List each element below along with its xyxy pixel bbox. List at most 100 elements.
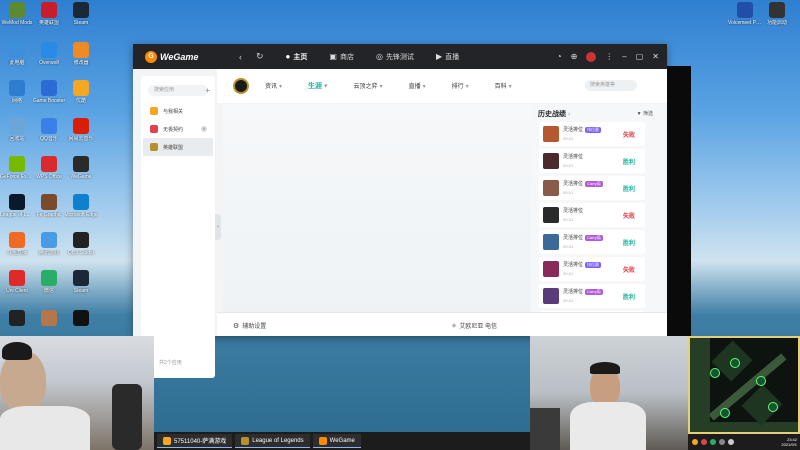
desktop-icon[interactable]: 修改器 <box>64 42 98 80</box>
desktop-icon[interactable]: GeForce Experience <box>0 156 34 194</box>
app-icon <box>9 270 25 286</box>
app-icon <box>73 194 89 210</box>
desktop-icon[interactable]: 回收站 <box>0 118 34 156</box>
tab-icon: ◎ <box>375 52 383 61</box>
match-mode: 灵活排位 排位赛 <box>563 126 602 133</box>
desktop-icon[interactable]: 优酷 <box>64 80 98 118</box>
taskbar-item[interactable]: 57511040-萨满游戏 <box>157 434 233 448</box>
desktop-icon-label: WeGame <box>70 174 92 180</box>
filter-button[interactable]: ▼ 筛选 <box>637 110 653 117</box>
tab-label: 先锋测试 <box>385 53 414 61</box>
match-row[interactable]: 灵活排位 排位赛 09-01 失败 <box>539 122 645 146</box>
app-icon <box>73 2 89 18</box>
match-row[interactable]: 灵活排位 09-01 失败 <box>539 203 645 227</box>
match-result: 失败 <box>622 133 635 139</box>
tray-app-icon[interactable] <box>692 439 698 445</box>
desktop-icon[interactable]: League of Legends <box>0 194 34 232</box>
match-row[interactable]: 灵活排位 Carry局 09-01 胜利 <box>539 230 645 254</box>
app-icon <box>150 107 158 115</box>
match-date: 09-01 <box>563 244 574 249</box>
app-icon <box>73 310 89 326</box>
match-row[interactable]: 灵活排位 Carry局 09-01 胜利 <box>539 284 645 308</box>
clock[interactable]: 23:42 2021/9/1 <box>781 437 797 447</box>
desktop-icon[interactable]: 斗鱼直播 <box>0 232 34 270</box>
avatar[interactable] <box>586 51 597 62</box>
taskbar-item[interactable]: WeGame <box>312 434 361 448</box>
desktop-icon-label: Steam <box>73 288 89 294</box>
desktop-icon-label: 回收站 <box>9 136 25 142</box>
lol-logo-icon[interactable] <box>233 78 249 94</box>
desktop-icon[interactable]: Fe Graphic <box>32 194 66 232</box>
close-icon[interactable]: ✕ <box>652 52 659 61</box>
volume-icon[interactable] <box>728 439 734 445</box>
titlebar: G WeGame ‹ ↻ ● 主页 ▣ 商店 ◎ 先锋测试 ▶ 直播 ◔ ⊕ ⋮ – ▢ ✕ <box>133 44 667 69</box>
tab-3[interactable]: ▶ 直播 <box>436 52 459 62</box>
subnav-item[interactable]: 生涯 ▾ <box>308 81 328 91</box>
menu-icon[interactable]: ⋮ <box>605 52 613 61</box>
desktop-icon[interactable]: 此电脑 <box>0 42 34 80</box>
black-window <box>667 66 691 336</box>
sidebar-item[interactable]: 与我相关 <box>143 102 213 120</box>
match-tag: 排位赛 <box>585 127 602 133</box>
wegame-logo[interactable]: G WeGame <box>145 50 225 63</box>
server-select[interactable]: ◈ 艾欧尼亚 电信 <box>452 321 497 330</box>
desktop-icon[interactable]: Steam <box>64 270 98 308</box>
minimize-icon[interactable]: – <box>622 52 626 61</box>
desktop-icon[interactable]: 腾讯游戏 <box>32 232 66 270</box>
desktop-icon[interactable]: OBS Studio <box>64 232 98 270</box>
subnav-item[interactable]: 排行 ▾ <box>452 81 469 91</box>
subnav-item[interactable]: 资讯 ▾ <box>265 81 282 91</box>
subnav-item[interactable]: 直播 ▾ <box>409 81 426 91</box>
desktop-icon[interactable]: Steam <box>64 2 98 40</box>
collapse-sidebar-button[interactable]: ‹ <box>215 214 221 240</box>
match-mode-label: 灵活排位 <box>563 208 584 214</box>
skin-icon[interactable]: ◔ <box>557 52 562 61</box>
match-mode: 灵活排位 Carry局 <box>563 234 603 241</box>
match-tag: Carry局 <box>585 235 603 241</box>
subnav-item[interactable]: 百科 ▾ <box>495 81 512 91</box>
chair <box>530 408 560 450</box>
wegame-window: G WeGame ‹ ↻ ● 主页 ▣ 商店 ◎ 先锋测试 ▶ 直播 ◔ ⊕ ⋮ – ▢ ✕ … <box>133 44 667 378</box>
desktop-icon[interactable]: Overwolf <box>32 42 66 80</box>
tray-app-icon[interactable] <box>710 439 716 445</box>
add-icon[interactable]: + <box>205 85 210 96</box>
desktop-icon[interactable]: 网易云音乐 <box>64 118 98 156</box>
back-arrow-icon[interactable]: ‹ <box>239 52 242 62</box>
desktop-icon[interactable]: WeGame <box>64 156 98 194</box>
refresh-icon[interactable]: ↻ <box>256 51 264 62</box>
assist-settings-button[interactable]: ⚙ 辅助设置 <box>233 321 266 331</box>
sidebar-item[interactable]: 英雄联盟 <box>143 138 213 156</box>
match-row[interactable]: 灵活排位 Carry局 09-01 胜利 <box>539 176 645 200</box>
tab-2[interactable]: ◎ 先锋测试 <box>376 52 414 62</box>
match-row[interactable]: 灵活排位 排位赛 09-01 失败 <box>539 257 645 281</box>
game-minimap[interactable] <box>688 336 800 434</box>
subnav-item[interactable]: 云顶之弈 ▾ <box>354 81 383 91</box>
desktop-icon[interactable]: Uni Client <box>0 270 34 308</box>
tray-app-icon[interactable] <box>701 439 707 445</box>
sidebar-item[interactable]: 无畏契约 0 <box>143 120 213 138</box>
desktop-icon[interactable]: 网络 <box>0 80 34 118</box>
desktop-icon[interactable]: 微信 <box>32 270 66 308</box>
tab-0[interactable]: ● 主页 <box>286 52 308 62</box>
wifi-icon[interactable] <box>719 439 725 445</box>
desktop-icon[interactable]: 功能启动 <box>760 2 794 40</box>
desktop-icon[interactable]: Game Booster <box>32 80 66 118</box>
champion-marker <box>768 402 778 412</box>
match-mode-label: 灵活排位 <box>563 289 584 295</box>
desktop-icon[interactable]: WeMod Mods <box>0 2 34 40</box>
maximize-icon[interactable]: ▢ <box>636 52 644 61</box>
history-title[interactable]: 历史战绩 › <box>538 109 570 119</box>
desktop-icon[interactable]: WPS Office <box>32 156 66 194</box>
tab-1[interactable]: ▣ 商店 <box>329 52 354 62</box>
match-row[interactable]: 灵活排位 09-01 胜利 <box>539 149 645 173</box>
download-icon[interactable]: ⊕ <box>571 52 578 61</box>
desktop-icon[interactable]: 英雄联盟 <box>32 2 66 40</box>
champion-icon <box>543 288 559 304</box>
desktop-icon[interactable]: QQ音乐 <box>32 118 66 156</box>
app-search-input[interactable]: 搜索应用 + <box>148 85 210 96</box>
desktop-icon[interactable]: Microsoft Edge <box>64 194 98 232</box>
hero-search-input[interactable]: 搜索英雄等 <box>585 80 637 91</box>
match-result: 胜利 <box>622 160 635 166</box>
desktop-icon[interactable]: Voicemeet Potato x64 <box>728 2 762 40</box>
taskbar-item[interactable]: League of Legends <box>235 434 310 448</box>
